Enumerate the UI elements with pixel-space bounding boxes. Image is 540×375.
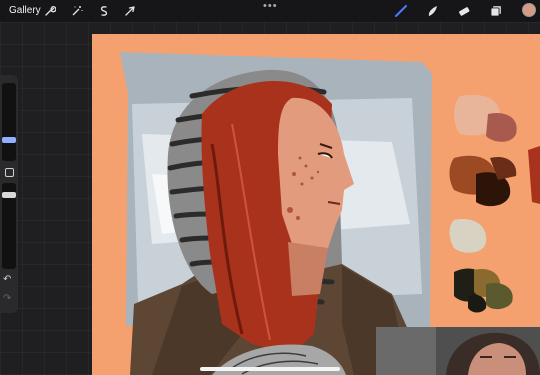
- brush-size-slider[interactable]: [2, 83, 16, 161]
- redo-icon[interactable]: ↷: [3, 293, 11, 304]
- left-sidebar: ↶ ↷: [0, 75, 18, 313]
- home-indicator[interactable]: [200, 367, 340, 371]
- top-toolbar: Gallery •••: [0, 0, 540, 22]
- smudge-icon[interactable]: [424, 2, 442, 20]
- transform-arrow-icon[interactable]: [121, 2, 139, 20]
- drawing-canvas[interactable]: [92, 34, 540, 375]
- wrench-icon[interactable]: [41, 2, 59, 20]
- eraser-icon[interactable]: [455, 2, 473, 20]
- gallery-button[interactable]: Gallery: [9, 4, 41, 17]
- selection-icon[interactable]: [95, 2, 113, 20]
- modify-button[interactable]: [5, 168, 14, 177]
- layers-icon[interactable]: [487, 2, 505, 20]
- brush-icon[interactable]: [392, 2, 410, 20]
- color-picker-swatch[interactable]: [522, 3, 536, 17]
- more-options-icon[interactable]: •••: [263, 0, 278, 12]
- painting: [120, 52, 540, 375]
- magic-wand-icon[interactable]: [68, 2, 86, 20]
- brush-size-handle[interactable]: [2, 137, 16, 143]
- webcam-overlay: [376, 327, 540, 375]
- undo-icon[interactable]: ↶: [3, 274, 11, 285]
- opacity-handle[interactable]: [2, 192, 16, 198]
